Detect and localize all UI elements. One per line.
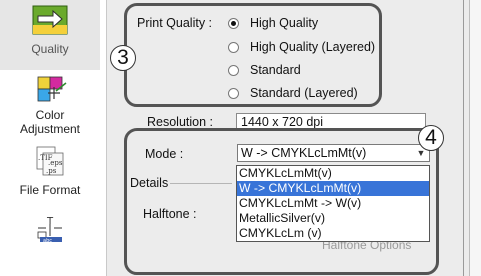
callout-3-number: 3 bbox=[110, 45, 136, 71]
svg-text:abc: abc bbox=[43, 238, 52, 242]
sidebar: Quality Color Adjustment .TIF .eps .ps F… bbox=[0, 0, 107, 276]
sidebar-item-file-format[interactable]: .TIF .eps .ps File Format bbox=[0, 143, 100, 211]
quality-arrow-icon bbox=[32, 5, 68, 35]
sidebar-item-file-format-label: File Format bbox=[19, 183, 81, 197]
svg-text:.ps: .ps bbox=[46, 167, 57, 175]
sidebar-item-color-adjustment-label: Color Adjustment bbox=[19, 108, 81, 136]
sidebar-item-quality-label: Quality bbox=[31, 42, 69, 56]
sidebar-item-quality[interactable]: Quality bbox=[0, 0, 100, 70]
resolution-label: Resolution : bbox=[147, 115, 214, 129]
resolution-value: 1440 x 720 dpi bbox=[241, 115, 324, 129]
resolution-field[interactable]: 1440 x 720 dpi bbox=[236, 113, 426, 129]
sidebar-item-layout[interactable]: T abc bbox=[0, 214, 100, 258]
scrollbar-track[interactable] bbox=[469, 0, 481, 276]
text-layout-icon: T abc bbox=[37, 216, 62, 242]
callout-3-box bbox=[124, 3, 382, 107]
sidebar-item-color-adjustment[interactable]: Color Adjustment bbox=[0, 72, 100, 142]
file-format-icon: .TIF .eps .ps bbox=[36, 146, 64, 176]
color-adjustment-icon bbox=[37, 76, 67, 102]
svg-text:.eps: .eps bbox=[48, 159, 63, 167]
callout-4-number: 4 bbox=[418, 125, 444, 151]
callout-4-box bbox=[124, 128, 439, 275]
